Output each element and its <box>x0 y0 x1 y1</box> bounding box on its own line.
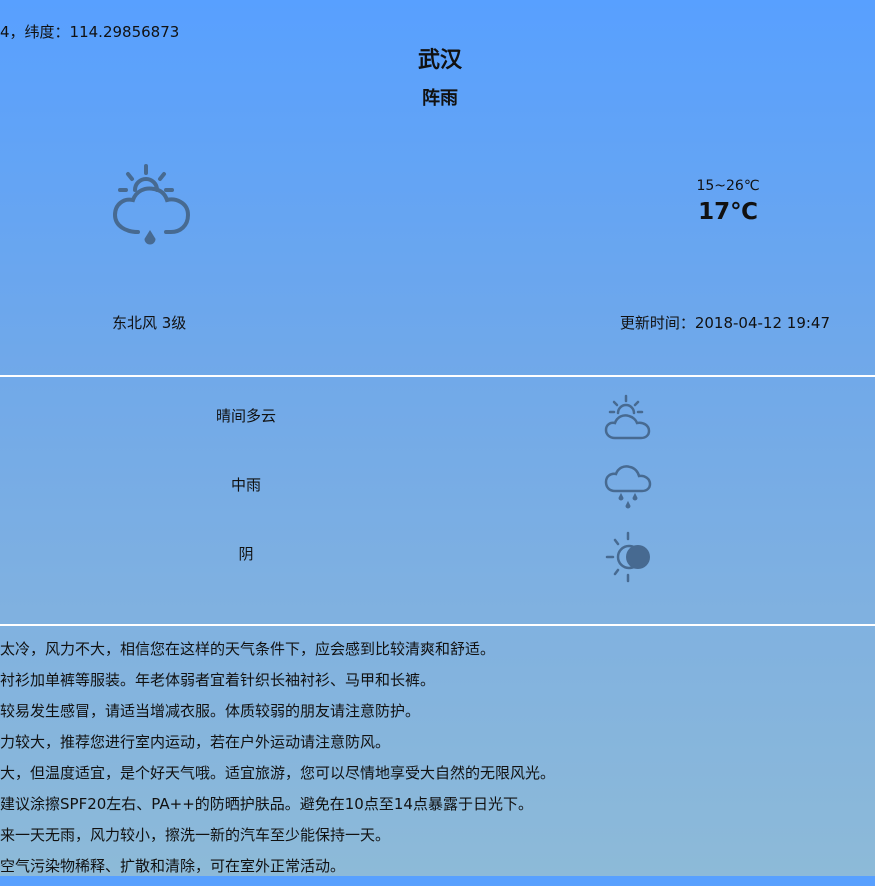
section-divider <box>0 375 875 377</box>
wind-info: 东北风 3级 <box>112 314 187 332</box>
shower-rain-icon <box>112 164 191 245</box>
moderate-rain-icon <box>604 465 652 509</box>
tip-item: 衬衫加单裤等服装。年老体弱者宜着针织长袖衬衫、马甲和长裤。 <box>0 671 436 689</box>
partly-cloudy-icon <box>604 394 651 440</box>
section-divider <box>0 624 875 626</box>
current-temperature: 17℃ <box>698 199 758 225</box>
life-tips-list: 太冷，风力不大，相信您在这样的天气条件下，应会感到比较清爽和舒适。 衬衫加单裤等… <box>0 638 555 886</box>
overcast-icon <box>605 531 650 583</box>
tip-item: 较易发生感冒，请适当增减衣服。体质较弱的朋友请注意防护。 <box>0 702 421 720</box>
forecast-label: 中雨 <box>230 476 261 494</box>
weather-condition: 阵雨 <box>422 88 458 109</box>
city-name: 武汉 <box>417 48 462 73</box>
temperature-range: 15~26℃ <box>696 178 760 194</box>
tip-item: 太冷，风力不大，相信您在这样的天气条件下，应会感到比较清爽和舒适。 <box>0 640 496 658</box>
coordinates-text: 4，纬度：114.29856873 <box>0 23 180 41</box>
update-time: 更新时间：2018-04-12 19:47 <box>619 314 830 332</box>
tip-item: 建议涂擦SPF20左右、PA++的防晒护肤品。避免在10点至14点暴露于日光下。 <box>0 795 533 813</box>
tip-item: 来一天无雨，风力较小，擦洗一新的汽车至少能保持一天。 <box>0 826 391 844</box>
forecast-label: 晴间多云 <box>215 407 276 425</box>
tip-item: 空气污染物稀释、扩散和清除，可在室外正常活动。 <box>0 857 346 875</box>
tip-item: 力较大，推荐您进行室内运动，若在户外运动请注意防风。 <box>0 733 391 751</box>
forecast-label: 阴 <box>238 545 254 563</box>
tip-item: 大，但温度适宜，是个好天气哦。适宜旅游，您可以尽情地享受大自然的无限风光。 <box>0 764 556 782</box>
